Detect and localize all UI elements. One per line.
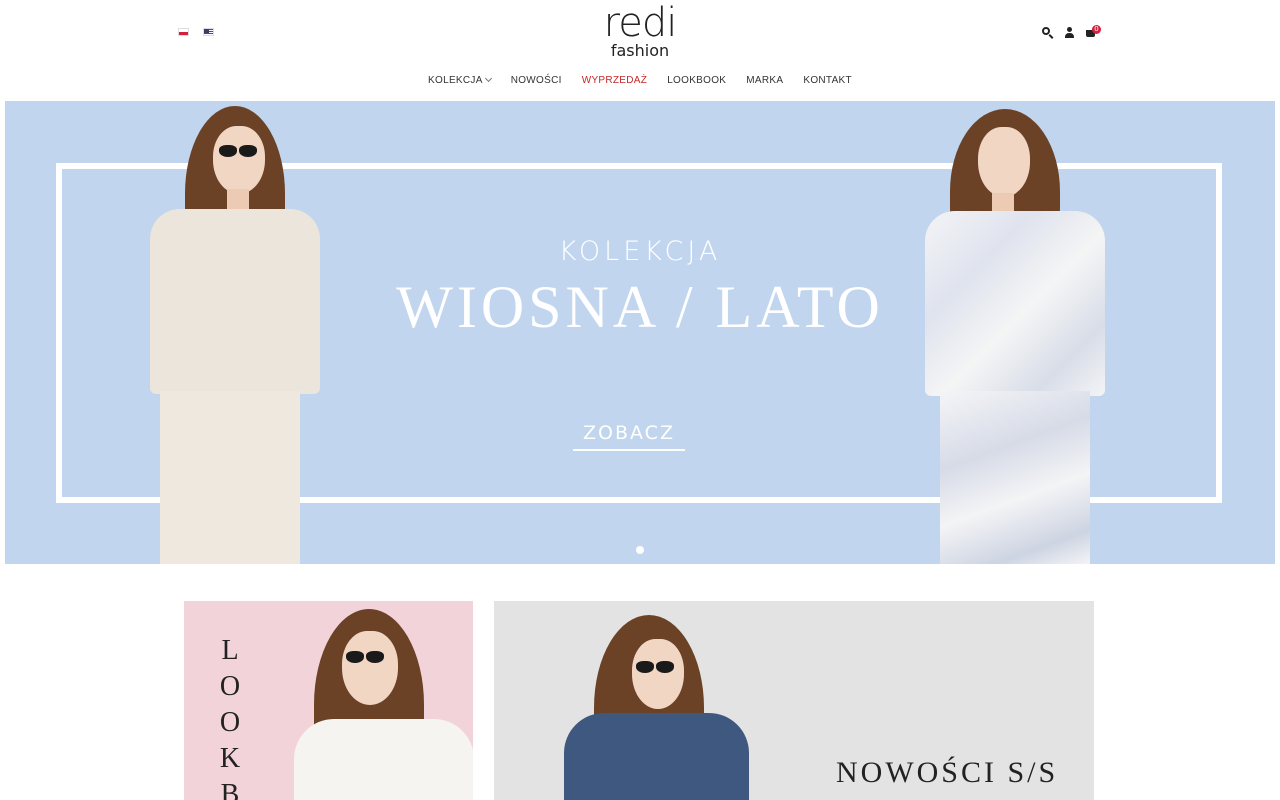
nav-item-kontakt[interactable]: KONTAKT: [793, 75, 862, 86]
new-arrivals-title: NOWOŚCI S/S: [836, 756, 1059, 789]
hero-subtitle: KOLEKCJA: [558, 236, 722, 267]
search-icon[interactable]: [1042, 27, 1054, 39]
lookbook-vertical-text: L O O K B: [218, 635, 242, 800]
cart-icon[interactable]: 0: [1086, 25, 1101, 39]
hero-title: WIOSNA / LATO: [396, 274, 884, 340]
main-nav: KOLEKCJA NOWOŚCI WYPRZEDAŻ LOOKBOOK MARK…: [0, 74, 1280, 86]
flag-en-icon[interactable]: [203, 28, 214, 36]
lookbook-letter: L: [221, 635, 239, 666]
nav-item-kolekcja[interactable]: KOLEKCJA: [418, 74, 501, 86]
slider-dot[interactable]: [636, 546, 644, 554]
cart-count-badge: 0: [1092, 25, 1101, 34]
nav-item-lookbook[interactable]: LOOKBOOK: [657, 75, 736, 86]
site-header: redi fashion 0 KOLEKCJA NOWOŚCI WYPRZEDA…: [0, 0, 1280, 100]
flag-pl-icon[interactable]: [178, 28, 189, 36]
hero-slider: KOLEKCJA WIOSNA / LATO ZOBACZ: [5, 101, 1275, 564]
site-logo[interactable]: redi fashion: [590, 0, 690, 60]
lookbook-letter: K: [219, 743, 241, 774]
new-arrivals-model: [554, 601, 754, 800]
nav-item-wyprzedaz[interactable]: WYPRZEDAŻ: [572, 75, 657, 86]
language-switcher: [178, 28, 214, 36]
new-arrivals-tile[interactable]: NOWOŚCI S/S: [494, 601, 1094, 800]
lookbook-tile[interactable]: L O O K B: [184, 601, 473, 800]
hero-cta-button[interactable]: ZOBACZ: [573, 419, 685, 451]
chevron-down-icon: [484, 74, 492, 83]
nav-item-marka[interactable]: MARKA: [736, 75, 793, 86]
nav-item-nowosci[interactable]: NOWOŚCI: [501, 75, 572, 86]
lookbook-model: [294, 601, 473, 800]
nav-label-kolekcja: KOLEKCJA: [428, 75, 483, 86]
user-icon[interactable]: [1064, 27, 1076, 39]
lookbook-letter: B: [220, 779, 240, 800]
lookbook-letter: O: [219, 671, 241, 702]
lookbook-letter: O: [219, 707, 241, 738]
logo-top-text: redi: [603, 0, 678, 46]
header-icons: 0: [1042, 25, 1101, 39]
